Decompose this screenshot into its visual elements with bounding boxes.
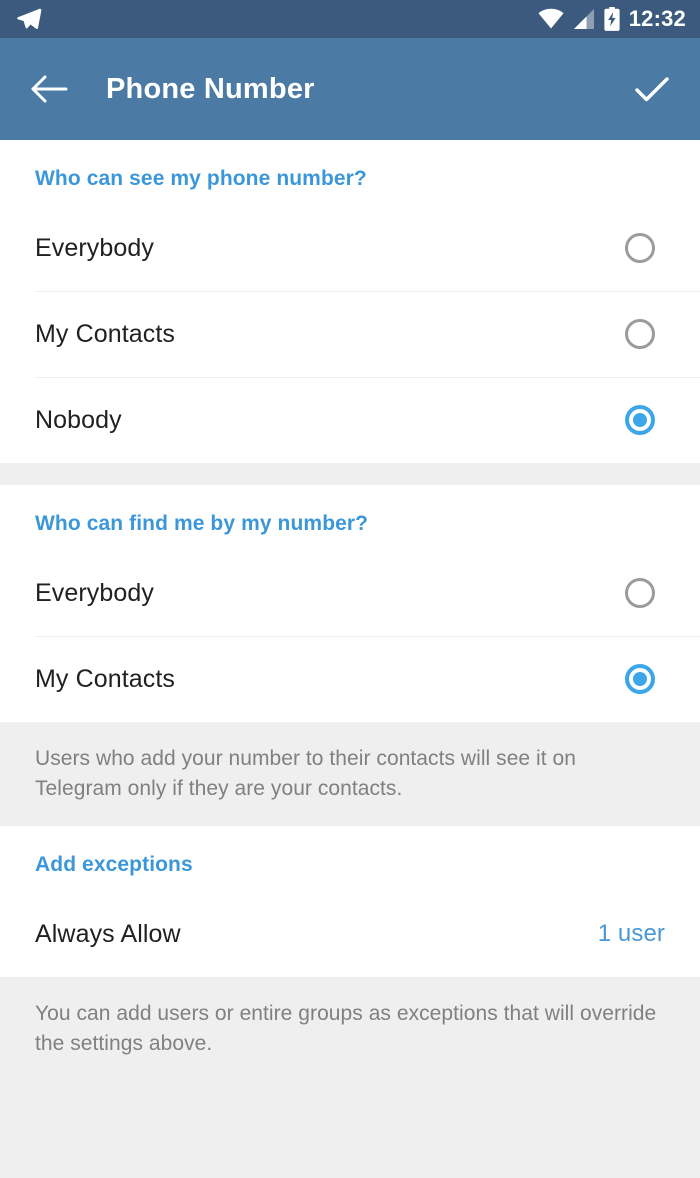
row-always-allow[interactable]: Always Allow 1 user bbox=[0, 891, 700, 977]
telegram-paper-plane-icon bbox=[16, 6, 42, 32]
status-bar-notifications bbox=[16, 6, 42, 32]
section-findability: Who can find me by my number? Everybody … bbox=[0, 485, 700, 722]
option-label: My Contacts bbox=[35, 664, 176, 693]
cellular-signal-icon bbox=[573, 8, 595, 30]
radio-button[interactable] bbox=[625, 578, 655, 608]
footer-note-findability: Users who add your number to their conta… bbox=[0, 722, 700, 826]
option-label: Nobody bbox=[35, 405, 122, 434]
back-arrow-icon bbox=[31, 74, 69, 104]
row-value-count: 1 user bbox=[597, 920, 665, 947]
option-row-everybody-findability[interactable]: Everybody bbox=[0, 550, 700, 636]
option-label: Everybody bbox=[35, 233, 155, 262]
done-button[interactable] bbox=[628, 65, 676, 113]
radio-button-selected[interactable] bbox=[625, 405, 655, 435]
row-label: Always Allow bbox=[35, 919, 181, 948]
section-header-exceptions: Add exceptions bbox=[35, 853, 193, 876]
radio-button-selected[interactable] bbox=[625, 664, 655, 694]
back-button[interactable] bbox=[26, 65, 74, 113]
radio-button[interactable] bbox=[625, 319, 655, 349]
section-gap bbox=[0, 463, 700, 485]
status-bar-indicators: 12:32 bbox=[538, 7, 686, 31]
phone-number-privacy-screen: 12:32 Phone Number Who can see my phone … bbox=[0, 0, 700, 1178]
option-row-my-contacts-findability[interactable]: My Contacts bbox=[0, 636, 700, 722]
toolbar: Phone Number bbox=[0, 38, 700, 140]
wifi-icon bbox=[538, 8, 564, 30]
option-row-my-contacts-visibility[interactable]: My Contacts bbox=[0, 291, 700, 377]
status-bar: 12:32 bbox=[0, 0, 700, 38]
section-header-visibility: Who can see my phone number? bbox=[35, 167, 367, 190]
battery-charging-icon bbox=[604, 7, 620, 31]
option-row-everybody-visibility[interactable]: Everybody bbox=[0, 205, 700, 291]
option-label: My Contacts bbox=[35, 319, 176, 348]
option-label: Everybody bbox=[35, 578, 155, 607]
option-row-nobody-visibility[interactable]: Nobody bbox=[0, 377, 700, 463]
radio-button[interactable] bbox=[625, 233, 655, 263]
page-title: Phone Number bbox=[106, 72, 315, 105]
section-header-findability: Who can find me by my number? bbox=[35, 512, 369, 535]
section-visibility: Who can see my phone number? Everybody M… bbox=[0, 140, 700, 463]
status-bar-clock: 12:32 bbox=[628, 5, 686, 31]
section-exceptions: Add exceptions Always Allow 1 user bbox=[0, 826, 700, 977]
settings-content: Who can see my phone number? Everybody M… bbox=[0, 140, 700, 1178]
footer-note-exceptions: You can add users or entire groups as ex… bbox=[0, 977, 700, 1081]
check-icon bbox=[634, 75, 670, 103]
